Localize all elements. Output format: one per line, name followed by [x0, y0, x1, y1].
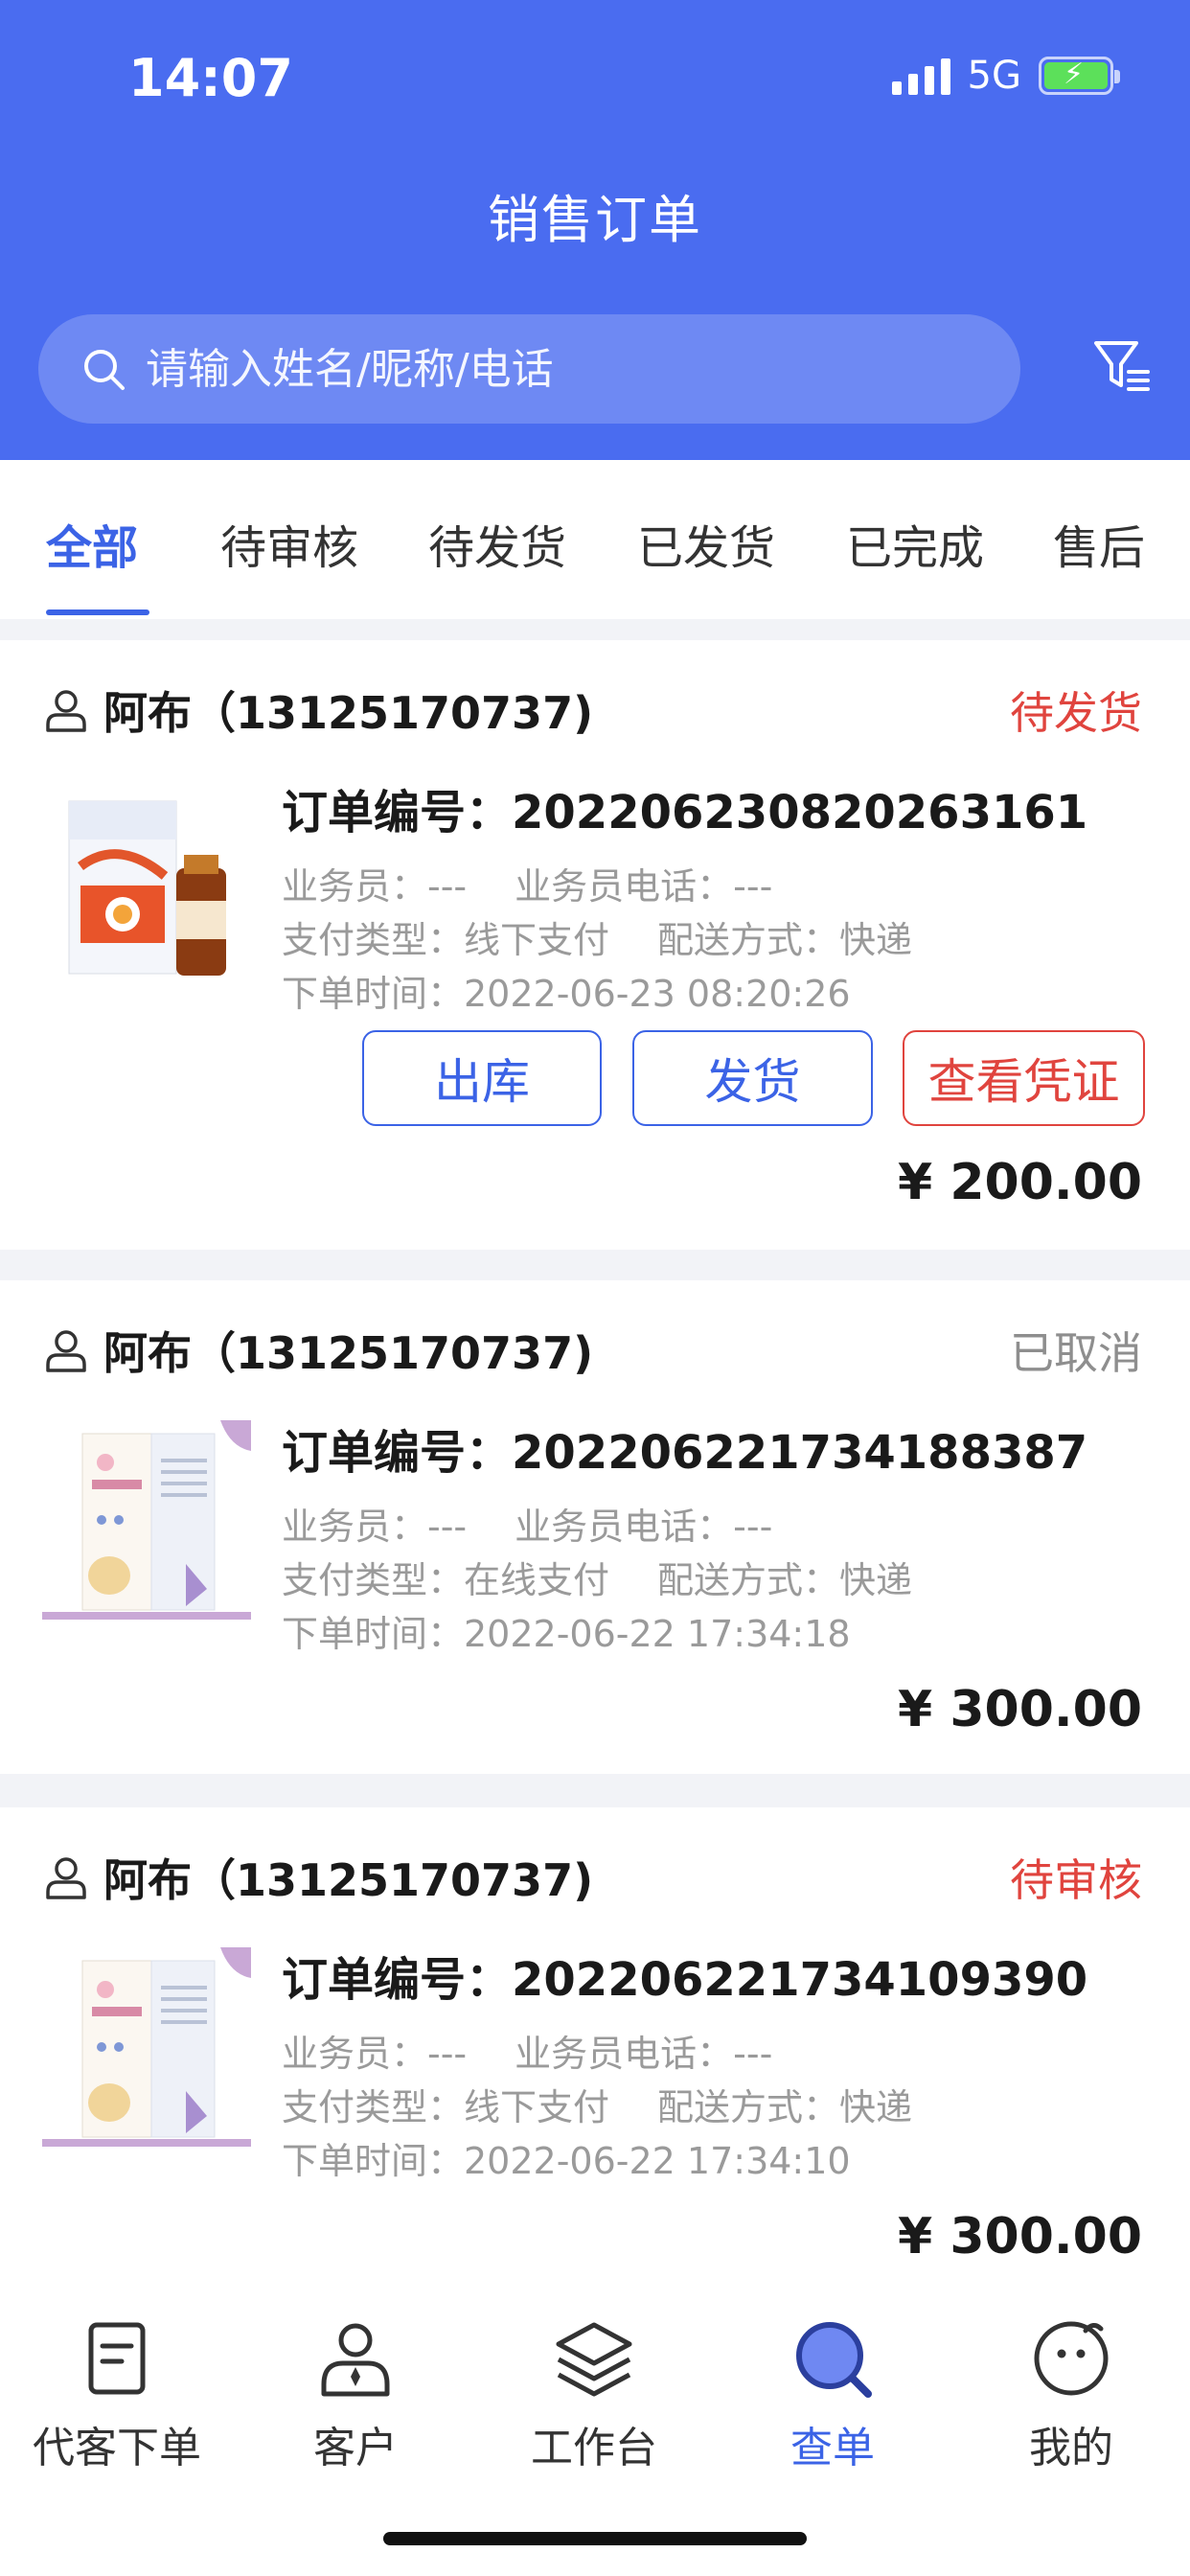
payment-type: 支付类型：线下支付 — [282, 919, 610, 961]
order-number: 订单编号：202206221734109390 — [282, 1953, 1088, 2007]
payment-type: 支付类型：在线支付 — [282, 1559, 610, 1601]
customer-row: 阿布（13125170737) — [42, 1319, 593, 1382]
tab-shipped[interactable]: 已发货 — [637, 510, 775, 577]
stock-out-button[interactable]: 出库 — [362, 1030, 602, 1126]
active-tab-indicator — [46, 610, 149, 615]
payment-type: 支付类型：线下支付 — [282, 2086, 610, 2128]
nav-label: 代客下单 — [33, 2424, 201, 2472]
salesman: 业务员：--- — [282, 1506, 468, 1548]
tab-completed[interactable]: 已完成 — [846, 510, 984, 577]
nav-label: 查单 — [790, 2424, 875, 2472]
view-voucher-button[interactable]: 查看凭证 — [903, 1030, 1145, 1126]
customer-row: 阿布（13125170737) — [42, 1846, 593, 1909]
payment-row: 支付类型：线下支付 配送方式：快递 — [282, 910, 912, 963]
salesman-row: 业务员：--- 业务员电话：--- — [282, 857, 772, 909]
order-price: ¥ 300.00 — [898, 1681, 1142, 1738]
payment-row: 支付类型：线下支付 配送方式：快递 — [282, 2078, 912, 2130]
customer-icon — [321, 2323, 390, 2397]
nav-label: 我的 — [1029, 2424, 1113, 2472]
order-card[interactable]: 阿布（13125170737) 已取消 订单编号：202206221734188… — [0, 1280, 1190, 1774]
tab-all[interactable]: 全部 — [46, 510, 138, 577]
product-image — [42, 1420, 251, 1629]
nav-label: 工作台 — [531, 2424, 657, 2472]
search-bar[interactable] — [38, 314, 1020, 424]
filter-icon[interactable] — [1092, 337, 1152, 397]
order-time: 下单时间：2022-06-23 08:20:26 — [282, 973, 851, 1015]
product-image — [42, 780, 251, 989]
product-image — [42, 1947, 251, 2156]
customer-name: 阿布（13125170737) — [103, 687, 594, 739]
layers-icon — [556, 2322, 632, 2397]
salesman-phone: 业务员电话：--- — [515, 1506, 773, 1548]
order-card[interactable]: 阿布（13125170737) 待审核 订单编号：202206221734109… — [0, 1807, 1190, 2290]
order-price: ¥ 300.00 — [898, 2208, 1142, 2266]
status-indicators: 5G ⚡ — [891, 54, 1120, 98]
delivery-method: 配送方式：快递 — [657, 1559, 913, 1601]
salesman-phone: 业务员电话：--- — [515, 865, 773, 908]
search-icon — [84, 350, 125, 390]
tab-after-sales[interactable]: 售后 — [1053, 510, 1145, 577]
user-icon — [46, 1857, 86, 1899]
salesman-row: 业务员：--- 业务员电话：--- — [282, 1497, 772, 1550]
network-type: 5G — [967, 54, 1021, 98]
tab-pending-shipment[interactable]: 待发货 — [428, 510, 566, 577]
nav-item-proxy-order[interactable]: 代客下单 — [7, 2317, 227, 2474]
salesman: 业务员：--- — [282, 865, 468, 908]
nav-item-order-lookup[interactable]: 查单 — [722, 2317, 943, 2474]
header: 14:07 5G ⚡ 销售订单 — [0, 0, 1190, 460]
customer-name: 阿布（13125170737) — [103, 1854, 594, 1906]
tab-pending-review[interactable]: 待审核 — [220, 510, 358, 577]
user-icon — [46, 1330, 86, 1372]
payment-row: 支付类型：在线支付 配送方式：快递 — [282, 1551, 912, 1603]
nav-label: 客户 — [313, 2424, 398, 2472]
signal-icon — [891, 57, 950, 95]
order-number: 订单编号：202206230820263161 — [282, 786, 1088, 840]
order-time: 下单时间：2022-06-22 17:34:10 — [282, 2140, 851, 2182]
battery-icon: ⚡ — [1039, 57, 1120, 95]
nav-item-profile[interactable]: 我的 — [961, 2317, 1181, 2474]
salesman-phone: 业务员电话：--- — [515, 2033, 773, 2075]
status-time: 14:07 — [128, 48, 293, 108]
home-indicator[interactable] — [383, 2532, 807, 2545]
order-status-badge: 待发货 — [1010, 687, 1142, 739]
salesman: 业务员：--- — [282, 2033, 468, 2075]
search-order-icon — [796, 2322, 872, 2398]
sales-order-screen: 14:07 5G ⚡ 销售订单 请输入姓名/昵称/电话 全部 待审核 待发货 已… — [0, 0, 1190, 2576]
status-tabs: 全部 待审核 待发货 已发货 已完成 售后 — [0, 460, 1190, 619]
delivery-method: 配送方式：快递 — [657, 919, 913, 961]
order-card[interactable]: 阿布（13125170737) 待发货 订单编号：202206230820263… — [0, 640, 1190, 1250]
order-form-icon — [88, 2322, 146, 2395]
profile-face-icon — [1034, 2321, 1109, 2396]
user-icon — [46, 690, 86, 732]
order-number: 订单编号：202206221734188387 — [282, 1426, 1088, 1480]
search-input[interactable] — [146, 344, 970, 394]
order-status-badge: 已取消 — [1010, 1327, 1142, 1379]
order-status-badge: 待审核 — [1010, 1854, 1142, 1906]
page-title: 销售订单 — [488, 190, 702, 250]
customer-row: 阿布（13125170737) — [42, 678, 593, 742]
delivery-method: 配送方式：快递 — [657, 2086, 913, 2128]
order-time: 下单时间：2022-06-22 17:34:18 — [282, 1613, 851, 1655]
status-bar: 14:07 5G ⚡ — [0, 0, 1190, 144]
nav-item-workbench[interactable]: 工作台 — [484, 2317, 704, 2474]
salesman-row: 业务员：--- 业务员电话：--- — [282, 2024, 772, 2077]
order-price: ¥ 200.00 — [898, 1154, 1142, 1211]
nav-item-customers[interactable]: 客户 — [245, 2317, 466, 2474]
ship-button[interactable]: 发货 — [632, 1030, 873, 1126]
customer-name: 阿布（13125170737) — [103, 1327, 594, 1379]
